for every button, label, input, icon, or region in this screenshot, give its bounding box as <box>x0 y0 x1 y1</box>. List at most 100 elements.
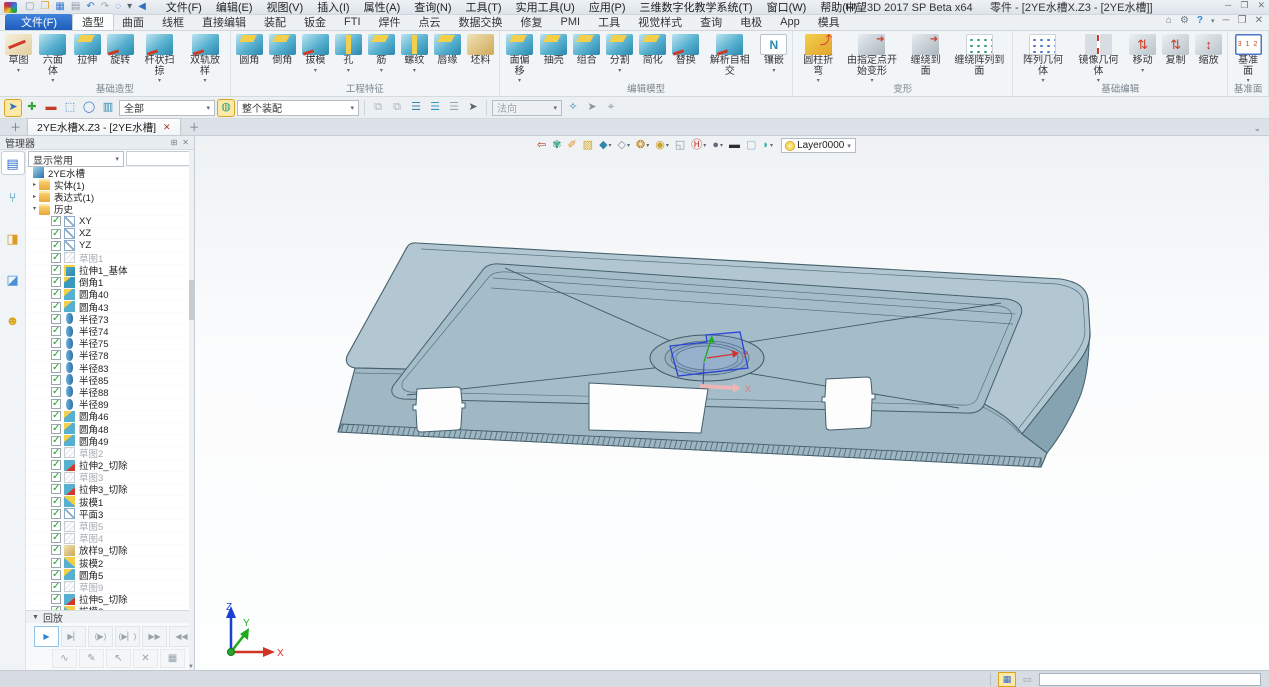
visibility-checkbox[interactable] <box>51 387 61 397</box>
dropdown-caret-icon[interactable]: ▾ <box>870 77 873 84</box>
manager-mode-icon[interactable]: ◨ <box>2 227 24 249</box>
tree-item[interactable]: XZ <box>26 228 194 240</box>
visibility-checkbox[interactable] <box>51 411 61 421</box>
ribbon-button[interactable]: 圆角 ▾ <box>233 31 266 67</box>
toolbar-icon[interactable]: ⧉ <box>370 100 386 116</box>
tree-item[interactable]: 半径89 <box>26 399 194 411</box>
chevron-down-icon[interactable]: ⌄ <box>1253 124 1261 133</box>
ribbon-button[interactable]: 基准面 ▾ <box>1230 31 1266 84</box>
ribbon-tab[interactable]: 查询 <box>691 14 731 30</box>
viewport-tool-icon[interactable]: Ⓗ ▾ <box>689 140 708 151</box>
ribbon-button[interactable]: 唇缘 ▾ <box>431 31 464 67</box>
viewport-tool-icon[interactable]: ▬ ▾ <box>727 140 742 151</box>
ribbon-button[interactable]: 草图 ▾ <box>2 31 35 74</box>
quick-access-icon[interactable]: ▤ <box>71 2 80 12</box>
visibility-checkbox[interactable] <box>51 338 61 348</box>
viewport-tool-icon[interactable]: ✾ ▾ <box>550 140 563 151</box>
toolbar-icon[interactable]: ➤ <box>5 100 21 116</box>
dropdown-caret-icon[interactable]: ▾ <box>204 77 207 84</box>
menu-item[interactable]: 属性(A) <box>357 0 408 15</box>
dropdown-caret-icon[interactable]: ▾ <box>1141 67 1144 74</box>
ribbon-button[interactable]: 倒角 ▾ <box>266 31 299 67</box>
ribbon-button[interactable]: 筋 ▾ <box>365 31 398 74</box>
menu-item[interactable]: 窗口(W) <box>760 0 814 15</box>
menu-item[interactable]: 查询(N) <box>407 0 458 15</box>
toolbar-icon[interactable]: ⬚ <box>62 100 78 116</box>
tree-item[interactable]: YZ <box>26 240 194 252</box>
tree-item[interactable]: 圆角49 <box>26 435 194 447</box>
visibility-checkbox[interactable] <box>51 424 61 434</box>
status-toggle-icon[interactable]: ▭ <box>1019 673 1035 686</box>
ribbon-button[interactable]: 组合 ▾ <box>570 31 603 67</box>
quick-access-icon[interactable]: ▦ <box>55 2 64 12</box>
toolbar-icon[interactable]: ☰ <box>427 100 443 116</box>
tree-item[interactable]: 半径83 <box>26 362 194 374</box>
toolbar-icon[interactable]: ⌖ <box>603 100 619 116</box>
add-tab-icon[interactable]: ＋ <box>10 123 21 134</box>
menu-item[interactable]: 实用工具(U) <box>509 0 582 15</box>
dock-icon[interactable]: ⊞ <box>171 139 178 147</box>
ribbon-tab[interactable]: 数据交换 <box>450 14 512 30</box>
manager-mode-icon[interactable]: ◪ <box>2 268 24 290</box>
filter-scope-combo[interactable]: 全部▾ <box>119 100 215 116</box>
playback-tool-button[interactable]: ✎ <box>79 649 104 668</box>
visibility-checkbox[interactable] <box>51 289 61 299</box>
tree-item[interactable]: 圆角5 <box>26 569 194 581</box>
dropdown-caret-icon[interactable]: ▾ <box>314 67 317 74</box>
viewport-tool-icon[interactable]: ◆ ▾ <box>597 140 613 151</box>
dropdown-caret-icon[interactable]: ▾ <box>413 67 416 74</box>
tree-search-input[interactable] <box>126 151 192 166</box>
ribbon-button[interactable]: 杆状扫掠 ▾ <box>137 31 183 84</box>
menu-item[interactable]: 应用(P) <box>582 0 633 15</box>
ribbon-tab[interactable]: 工具 <box>589 14 629 30</box>
minimize-icon[interactable]: ─ <box>1225 1 1231 10</box>
visibility-checkbox[interactable] <box>51 606 61 610</box>
tree-item[interactable]: 圆角46 <box>26 411 194 423</box>
menu-item[interactable]: 视图(V) <box>260 0 311 15</box>
quick-access-icon[interactable]: ▾ <box>127 2 132 12</box>
tree-item[interactable]: XY <box>26 216 194 228</box>
tree-scrollbar[interactable]: ▼ <box>189 150 194 670</box>
ribbon-tab[interactable]: PMI <box>552 14 590 30</box>
viewport-tool-icon[interactable]: ● ▾ <box>710 140 725 151</box>
dropdown-caret-icon[interactable]: ▾ <box>17 67 20 74</box>
playback-button[interactable]: ▶▶ <box>142 626 167 647</box>
visibility-checkbox[interactable] <box>51 265 61 275</box>
ribbon-button[interactable]: 替换 ▾ <box>669 31 702 67</box>
ribbon-button[interactable]: 旋转 ▾ <box>104 31 137 67</box>
status-toggle-icon[interactable]: ▦ <box>999 673 1015 686</box>
tree-item[interactable]: 圆角48 <box>26 423 194 435</box>
tree-item[interactable]: ▾ 历史 <box>26 204 194 216</box>
manager-mode-icon[interactable]: ☻ <box>2 309 24 331</box>
visibility-checkbox[interactable] <box>51 460 61 470</box>
dropdown-caret-icon[interactable]: ▾ <box>618 67 621 74</box>
restore-icon[interactable]: ❐ <box>1240 1 1248 10</box>
ribbon-tab[interactable]: App <box>771 14 809 30</box>
quick-access-icon[interactable]: ◌ <box>115 2 121 12</box>
ribbon-button[interactable]: 简化 ▾ <box>636 31 669 67</box>
toolbar-icon[interactable]: ✚ <box>24 100 40 116</box>
ribbon-button[interactable]: 镜像几何体 ▾ <box>1071 31 1126 84</box>
visibility-checkbox[interactable] <box>51 363 61 373</box>
menu-item[interactable]: 三维数字化教学系统(T) <box>633 0 760 15</box>
ribbon-button[interactable]: 圆柱折弯 ▾ <box>795 31 841 84</box>
style-icon[interactable]: ⌂ <box>1166 16 1172 26</box>
visibility-checkbox[interactable] <box>51 533 61 543</box>
ribbon-tab[interactable]: 钣金 <box>295 14 335 30</box>
display-filter-combo[interactable]: 显示常用▾ <box>28 151 124 167</box>
close-tab-icon[interactable]: ✕ <box>163 123 171 132</box>
visibility-checkbox[interactable] <box>51 497 61 507</box>
toolbar-icon[interactable]: ✧ <box>565 100 581 116</box>
quick-access-icon[interactable]: ▢ <box>25 2 34 12</box>
ribbon-button[interactable]: 缠绕阵列到面 ▾ <box>949 31 1011 77</box>
tree-item[interactable]: ▸ 表达式(1) <box>26 191 194 203</box>
ribbon-button[interactable]: 坯料 ▾ <box>464 31 497 67</box>
visibility-checkbox[interactable] <box>51 399 61 409</box>
visibility-checkbox[interactable] <box>51 253 61 263</box>
tree-item[interactable]: 半径88 <box>26 386 194 398</box>
tree-item[interactable]: 拉伸3_切除 <box>26 484 194 496</box>
viewport-tool-icon[interactable]: ▢ ▾ <box>744 140 758 151</box>
tree-item[interactable]: 倒角1 <box>26 277 194 289</box>
toolbar-icon[interactable]: ➤ <box>465 100 481 116</box>
gear-icon[interactable]: ⚙ <box>1180 16 1189 26</box>
